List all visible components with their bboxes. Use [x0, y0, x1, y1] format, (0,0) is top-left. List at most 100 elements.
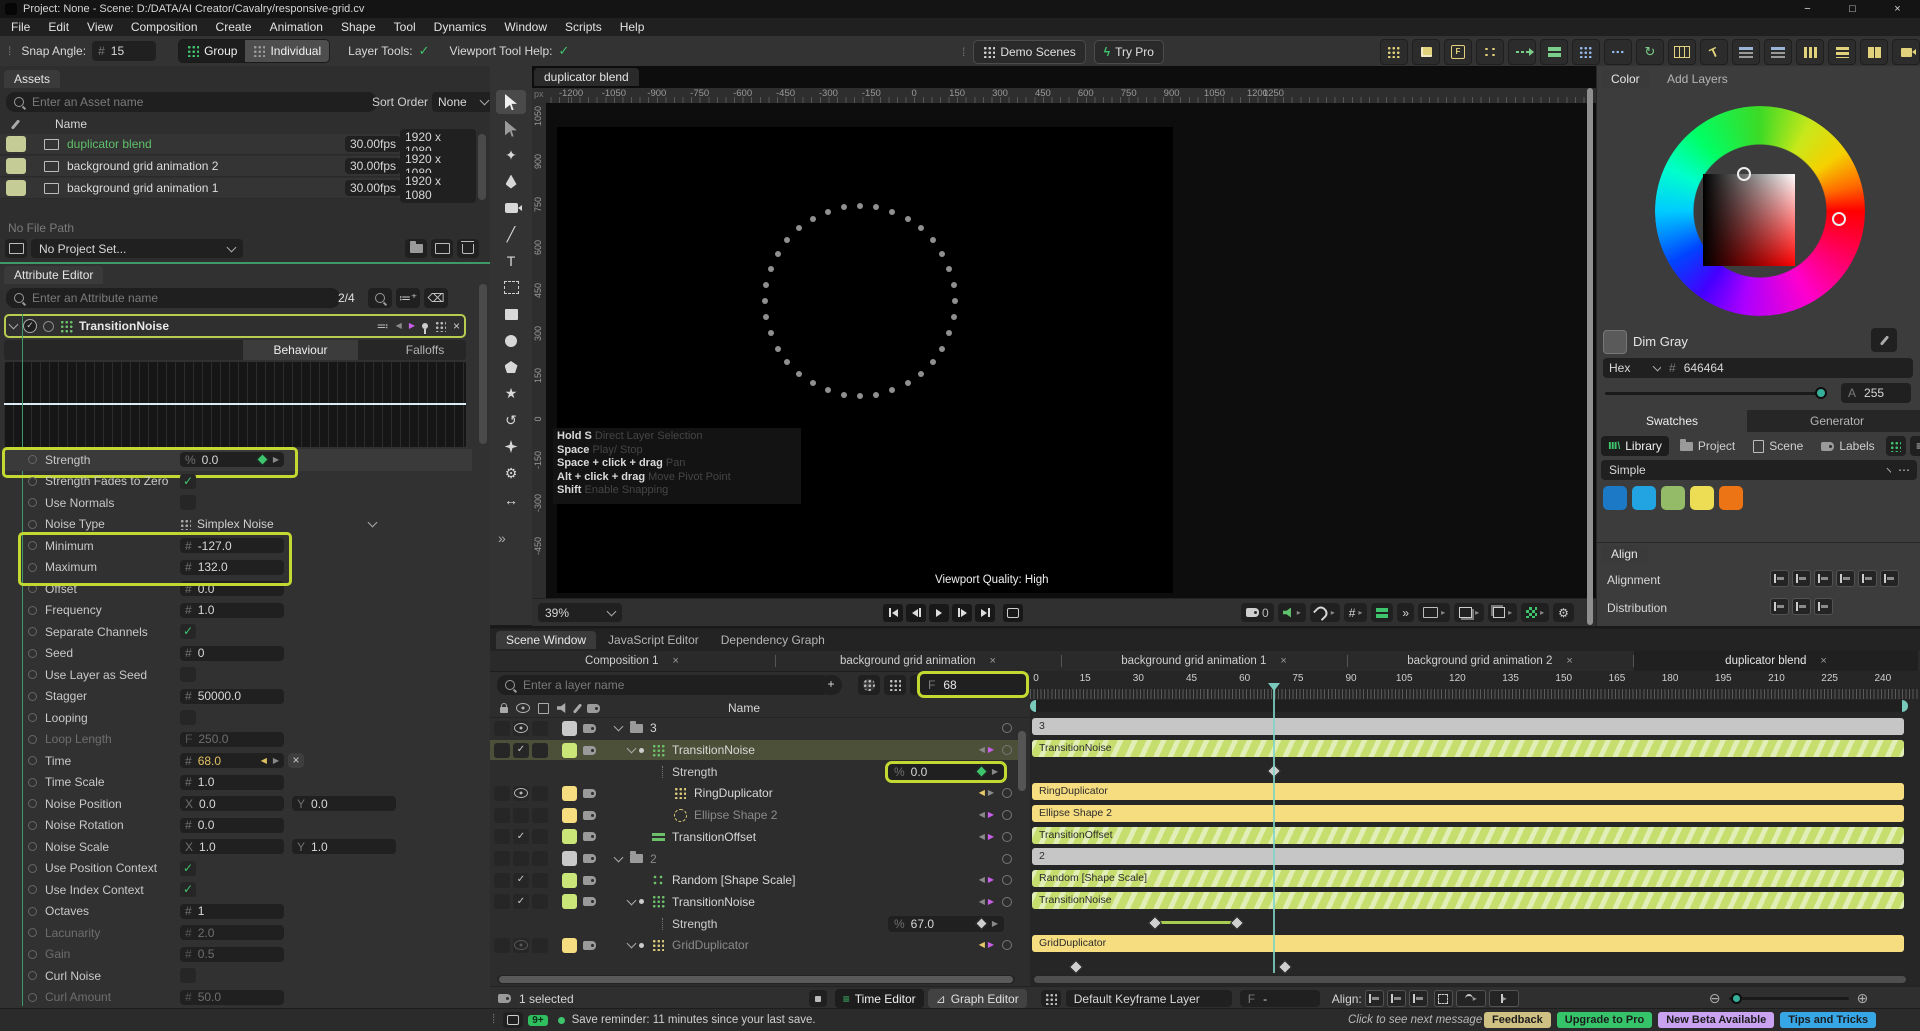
- attribute-circle-icon[interactable]: [28, 605, 37, 615]
- visibility-cell[interactable]: ✓: [513, 894, 529, 910]
- sort-order-select[interactable]: None: [432, 92, 494, 112]
- attribute-value-field[interactable]: #1: [180, 903, 284, 919]
- lock-cell[interactable]: [494, 829, 510, 845]
- tips-and-tricks-button[interactable]: Tips and Tricks: [1780, 1012, 1877, 1028]
- attribute-search-input[interactable]: Enter an Attribute name: [6, 288, 340, 308]
- tag-column-icon[interactable]: [587, 703, 600, 713]
- layer-search-input[interactable]: Enter a layer name: [497, 675, 831, 695]
- filter-layers-button[interactable]: [858, 675, 880, 695]
- go-to-frame-field[interactable]: F -: [1239, 990, 1320, 1007]
- alpha-slider[interactable]: [1605, 387, 1827, 399]
- layer-row[interactable]: ✓ Random [Shape Scale] ◀ ▶: [490, 870, 1018, 891]
- composition-tab[interactable]: background grid animation ×: [776, 651, 1060, 671]
- keyframe-diamond-icon[interactable]: [255, 453, 269, 467]
- expand-tools-button[interactable]: »: [498, 530, 506, 546]
- attribute-checkbox[interactable]: [180, 667, 196, 683]
- zoom-out-icon[interactable]: ⊖: [1709, 990, 1721, 1007]
- viewport-zoom-select[interactable]: 39%: [538, 603, 622, 622]
- close-button[interactable]: ×: [1875, 3, 1920, 15]
- lock-cell[interactable]: [494, 807, 510, 823]
- attribute-value-field[interactable]: #50.0: [180, 989, 284, 1005]
- sv-square[interactable]: [1703, 167, 1795, 266]
- go-to-end-button[interactable]: [975, 603, 995, 622]
- prev-key-icon[interactable]: ◀: [261, 756, 267, 765]
- dashed-arrow-icon[interactable]: [1508, 39, 1536, 65]
- next-key-icon[interactable]: ▶: [273, 455, 279, 464]
- layer-row[interactable]: 2: [490, 848, 1018, 869]
- prev-key-icon[interactable]: ◀: [979, 897, 985, 906]
- solo-cell[interactable]: [532, 872, 548, 888]
- new-composition-button[interactable]: [431, 239, 453, 258]
- time-editor-button[interactable]: ≡ Time Editor: [834, 989, 924, 1008]
- duplicate-view-button[interactable]: ▸: [1454, 603, 1485, 622]
- solo-cell[interactable]: [532, 829, 548, 845]
- snapping-button[interactable]: ▸: [1309, 603, 1340, 622]
- polygon-tool[interactable]: [496, 355, 526, 379]
- attribute-checkbox[interactable]: ✓: [180, 882, 196, 898]
- timeline-track-bar[interactable]: TransitionNoise: [1032, 891, 1904, 909]
- attribute-circle-icon[interactable]: [28, 584, 37, 594]
- keyframe-diamond[interactable]: [1148, 916, 1163, 931]
- layer-row[interactable]: GridDuplicator ◀ ▶: [490, 935, 1018, 956]
- timeline-track-bar[interactable]: TransitionOffset: [1032, 826, 1904, 844]
- layer-swatch[interactable]: [562, 742, 577, 758]
- layer-circle-icon[interactable]: [1002, 810, 1012, 821]
- layer-attr-row[interactable]: Strength% 0.0 ▶: [490, 760, 1018, 783]
- prev-key-icon[interactable]: ◀: [979, 789, 985, 797]
- attribute-circle-icon[interactable]: [28, 455, 37, 465]
- next-key-icon[interactable]: ▶: [409, 322, 415, 330]
- group-mode-button[interactable]: Group: [179, 40, 246, 62]
- artboard-tool[interactable]: [496, 276, 526, 300]
- keyframe-layer-select[interactable]: Default Keyframe Layer: [1065, 990, 1232, 1007]
- project-tab[interactable]: Project: [1673, 436, 1742, 456]
- camera-tool[interactable]: [496, 196, 526, 220]
- layer-tag-icon[interactable]: [583, 745, 596, 755]
- attribute-checkbox[interactable]: [180, 710, 196, 726]
- message-count-badge[interactable]: 9+: [528, 1014, 548, 1026]
- layer-circle-icon[interactable]: [1002, 896, 1012, 907]
- try-pro-button[interactable]: ϟ Try Pro: [1093, 40, 1164, 64]
- tool-icon[interactable]: T: [1700, 39, 1728, 65]
- menu-view[interactable]: View: [78, 20, 122, 34]
- next-key-icon[interactable]: ▶: [988, 811, 994, 819]
- layer-row[interactable]: RingDuplicator ◀ ▶: [490, 783, 1018, 804]
- composition-tab[interactable]: Composition 1 ×: [490, 651, 774, 671]
- distribute-gap-button[interactable]: [1814, 598, 1833, 615]
- align-vcenter-button[interactable]: [1858, 570, 1877, 587]
- timeline-range-bar[interactable]: [1030, 700, 1908, 712]
- render-column-icon[interactable]: [538, 702, 549, 714]
- viewport-scrollbar[interactable]: [1587, 88, 1593, 625]
- loop-mode-button[interactable]: [1003, 603, 1023, 622]
- prev-key-icon[interactable]: ◀: [979, 876, 985, 884]
- layer-tag-icon[interactable]: [583, 897, 596, 907]
- display-mode-button[interactable]: ▸: [1418, 603, 1451, 622]
- next-key-icon[interactable]: ▶: [988, 941, 994, 949]
- attribute-circle-icon[interactable]: [28, 476, 37, 486]
- star-tool[interactable]: ★: [496, 382, 526, 406]
- align-tab[interactable]: Align: [1601, 545, 1648, 563]
- tab-scene-window[interactable]: Scene Window: [496, 631, 597, 649]
- previous-frame-button[interactable]: [906, 603, 926, 622]
- solo-circle-icon[interactable]: [43, 320, 54, 332]
- attribute-value-field[interactable]: X 0.0: [180, 796, 284, 812]
- attribute-checkbox[interactable]: ✓: [180, 624, 196, 640]
- attribute-value-field[interactable]: #132.0: [180, 559, 284, 575]
- labels-tab[interactable]: Labels: [1814, 436, 1881, 456]
- asset-search-input[interactable]: Enter an Asset name: [6, 92, 377, 112]
- close-tab-icon[interactable]: ×: [1566, 655, 1572, 667]
- timeline-hscrollbar[interactable]: [1032, 975, 1908, 984]
- maximize-button[interactable]: □: [1830, 3, 1875, 15]
- layer-circle-icon[interactable]: [1002, 723, 1012, 734]
- layer-tag-icon[interactable]: [583, 723, 596, 733]
- layer-circle-icon[interactable]: [1002, 831, 1012, 842]
- attribute-value-field[interactable]: #50000.0: [180, 688, 284, 704]
- expand-chevron-icon[interactable]: [613, 721, 624, 732]
- cube-icon[interactable]: [1412, 39, 1440, 65]
- timeline-track-bar[interactable]: 3: [1032, 718, 1904, 735]
- timeline-track-bar[interactable]: Random [Shape Scale]: [1032, 869, 1904, 887]
- layers-scrollbar[interactable]: [1018, 731, 1026, 791]
- prev-key-icon[interactable]: ◀: [979, 746, 985, 754]
- lock-cell[interactable]: [494, 742, 510, 758]
- align-hcenter-button[interactable]: [1792, 570, 1811, 587]
- lock-cell[interactable]: [494, 720, 510, 736]
